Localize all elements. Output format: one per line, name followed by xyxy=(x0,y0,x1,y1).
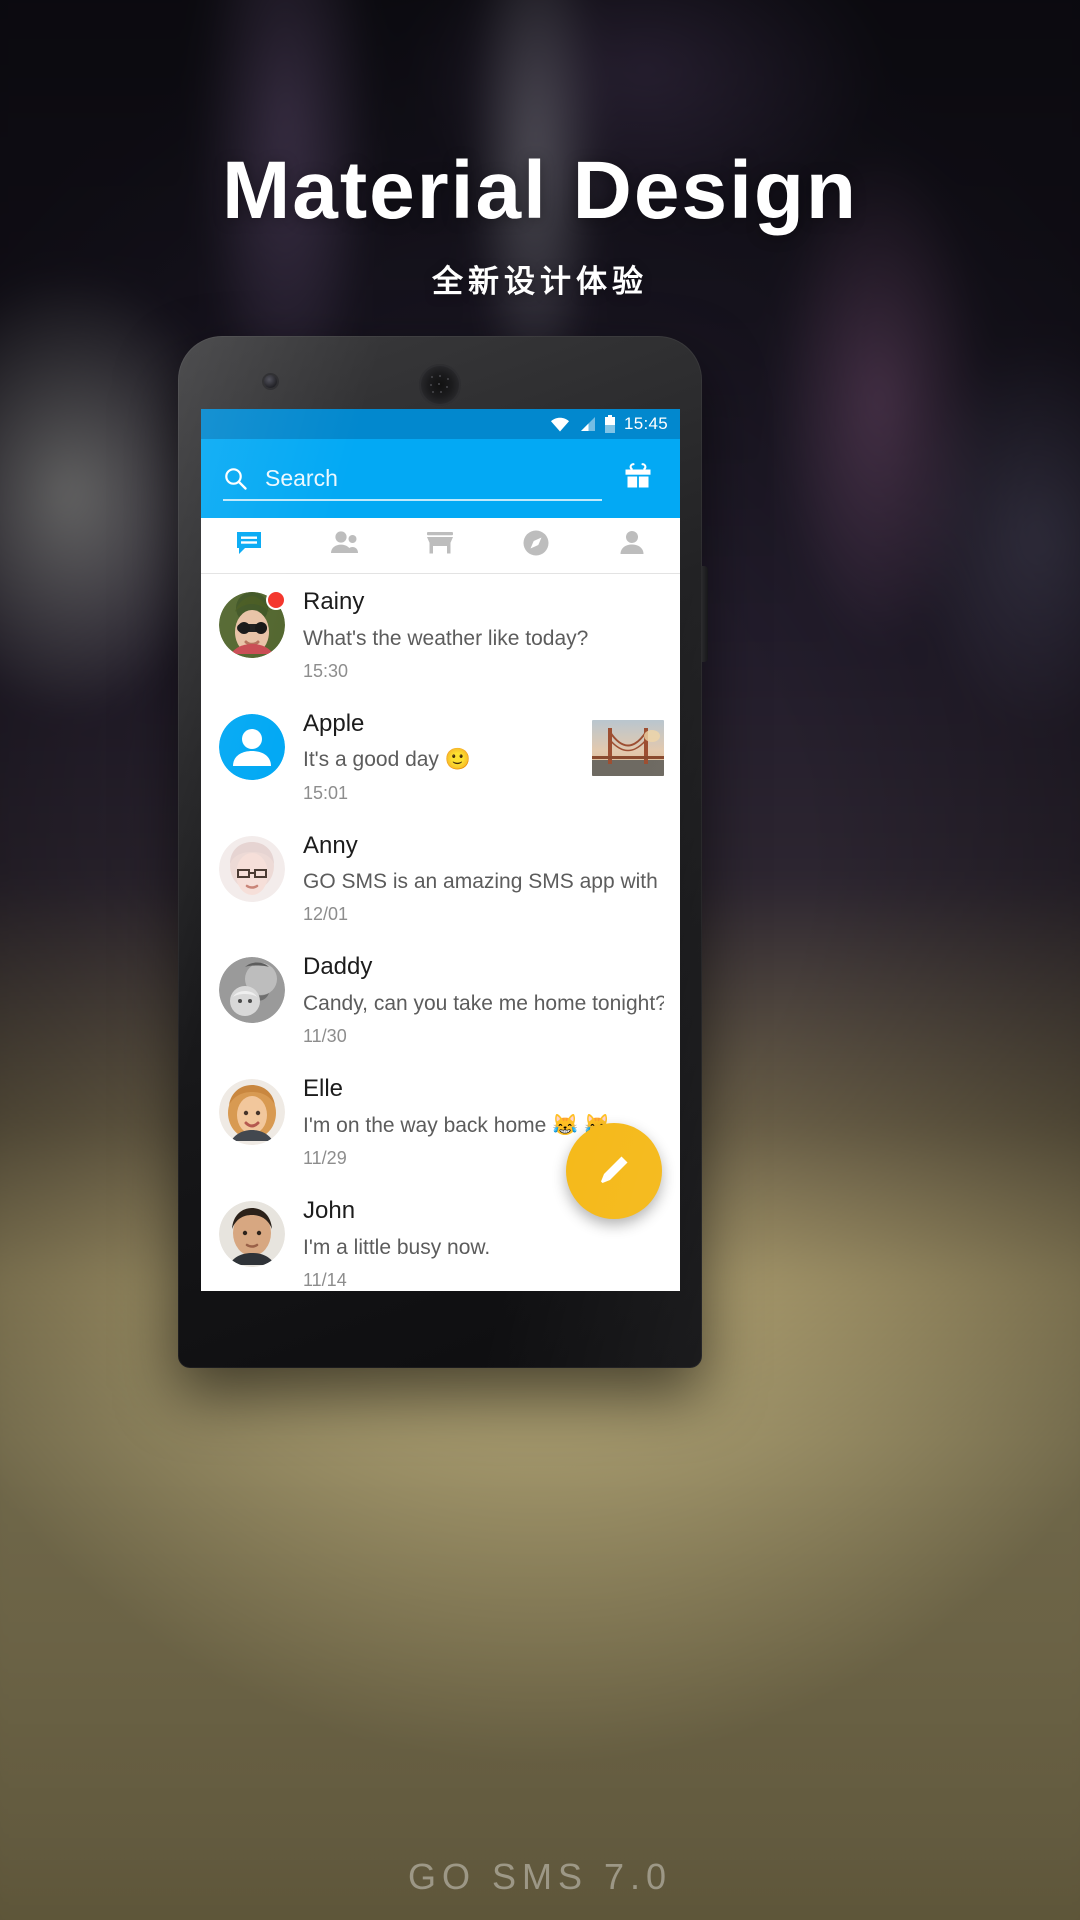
tab-messages[interactable] xyxy=(201,518,297,573)
search-placeholder: Search xyxy=(265,465,338,491)
table-row[interactable]: Anny GO SMS is an amazing SMS app with c… xyxy=(201,818,680,940)
compass-icon xyxy=(521,528,551,563)
power-button[interactable] xyxy=(701,566,708,662)
phone-screen: 15:45 Search Rainy What's the weather li… xyxy=(201,409,680,1291)
message-preview: GO SMS is an amazing SMS app with co... xyxy=(303,870,664,894)
avatar[interactable] xyxy=(219,835,285,902)
app-bar: Search xyxy=(201,439,680,518)
tab-store[interactable] xyxy=(393,518,489,573)
search-icon xyxy=(223,466,249,492)
row-content: Rainy What's the weather like today? 15:… xyxy=(303,588,664,682)
message-time: 15:30 xyxy=(303,660,349,681)
tab-contacts[interactable] xyxy=(297,518,393,573)
table-row[interactable]: Rainy What's the weather like today? 15:… xyxy=(201,574,680,696)
compose-pencil-icon xyxy=(592,1147,636,1196)
row-content: Daddy Candy, can you take me home tonigh… xyxy=(303,953,664,1047)
search-input[interactable]: Search xyxy=(223,465,618,492)
unread-badge xyxy=(268,592,284,608)
avatar[interactable] xyxy=(219,957,285,1024)
contact-name: Daddy xyxy=(303,953,373,981)
avatar-image-apple xyxy=(219,713,285,780)
front-camera-icon xyxy=(264,375,277,388)
tab-discover[interactable] xyxy=(488,518,584,573)
message-preview: Candy, can you take me home tonight? xyxy=(303,991,664,1015)
page-title: Material Design xyxy=(221,145,859,236)
avatar-image-anny xyxy=(219,835,285,902)
table-row[interactable]: Daddy Candy, can you take me home tonigh… xyxy=(201,939,680,1061)
message-time: 15:01 xyxy=(303,782,349,803)
message-icon xyxy=(234,528,264,563)
store-icon xyxy=(425,529,455,562)
tab-bar xyxy=(201,518,680,574)
row-content: Apple It's a good day 🙂 15:01 xyxy=(303,710,584,804)
table-row[interactable]: Apple It's a good day 🙂 15:01 xyxy=(201,696,680,818)
avatar[interactable] xyxy=(219,1200,285,1267)
avatar-image-john xyxy=(219,1200,285,1267)
contact-name: Rainy xyxy=(303,588,365,615)
attachment-thumbnail[interactable] xyxy=(592,719,664,776)
avatar-image-daddy xyxy=(219,957,285,1024)
gift-button[interactable] xyxy=(618,459,658,499)
gift-icon xyxy=(622,460,654,497)
message-time: 11/30 xyxy=(303,1026,347,1047)
promo-stage: Material Design 全新设计体验 15:45 Search Rain… xyxy=(0,0,1080,1920)
search-underline xyxy=(223,499,602,501)
tab-profile[interactable] xyxy=(584,518,680,573)
message-time: 11/14 xyxy=(303,1269,347,1290)
avatar[interactable] xyxy=(219,1079,285,1146)
people-icon xyxy=(329,529,361,562)
message-preview: I'm a little busy now. xyxy=(303,1235,491,1259)
avatar[interactable] xyxy=(219,713,285,780)
avatar-image-elle xyxy=(219,1079,285,1146)
status-bar: 15:45 xyxy=(201,409,680,439)
message-preview: It's a good day 🙂 xyxy=(303,748,471,772)
compose-fab-button[interactable] xyxy=(566,1123,662,1219)
message-preview: What's the weather like today? xyxy=(303,626,589,650)
status-bar-clock: 15:45 xyxy=(623,414,668,433)
row-content: Anny GO SMS is an amazing SMS app with c… xyxy=(303,832,664,926)
app-version-label: GO SMS 7.0 xyxy=(407,1856,673,1897)
earpiece-speaker-icon xyxy=(419,364,461,406)
contact-name: Elle xyxy=(303,1075,344,1103)
promo-headline-block: Material Design 全新设计体验 xyxy=(0,145,1080,301)
signal-icon xyxy=(578,416,596,432)
page-subtitle: 全新设计体验 xyxy=(432,264,648,300)
wifi-icon xyxy=(550,416,570,432)
phone-device: 15:45 Search Rainy What's the weather li… xyxy=(178,336,708,1368)
contact-name: Anny xyxy=(303,831,358,859)
battery-icon xyxy=(604,415,616,433)
person-icon xyxy=(618,529,646,562)
avatar[interactable] xyxy=(219,592,285,658)
contact-name: Apple xyxy=(303,709,365,737)
message-time: 12/01 xyxy=(303,904,349,925)
